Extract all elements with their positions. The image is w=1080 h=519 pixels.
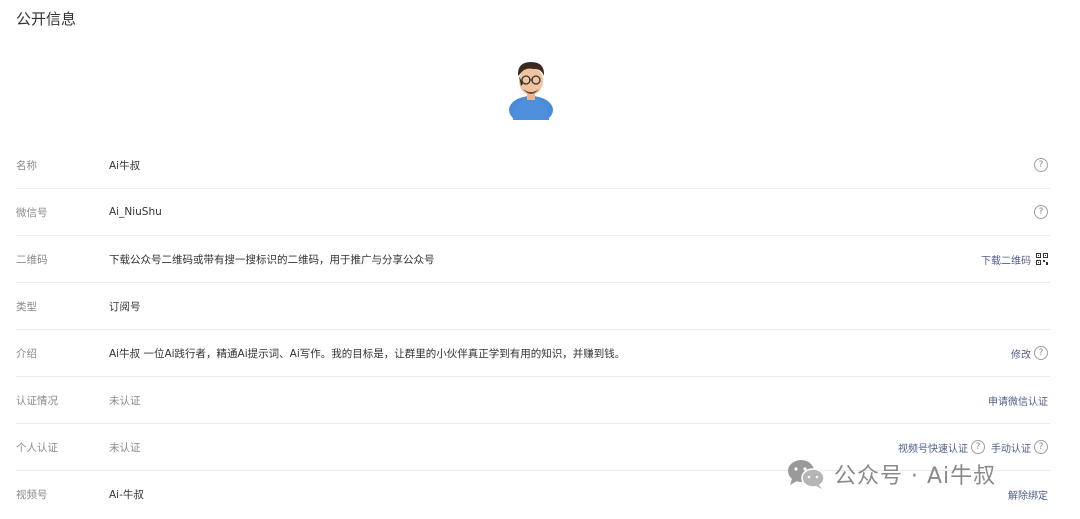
row-qrcode: 二维码 下载公众号二维码或带有搜一搜标识的二维码，用于推广与分享公众号 下载二维… (16, 236, 1050, 283)
help-icon[interactable]: ? (1034, 205, 1048, 219)
help-icon[interactable]: ? (971, 440, 985, 454)
channels-value: Ai-牛叔 (109, 489, 144, 501)
row-label: 类型 (16, 300, 37, 313)
row-label: 视频号 (16, 489, 48, 501)
row-wechat-id: 微信号 Ai_NiuShu ? (16, 189, 1050, 236)
row-verification: 认证情况 未认证 申请微信认证 (16, 377, 1050, 424)
row-channels: 视频号 Ai-牛叔 解除绑定 (16, 471, 1050, 518)
avatar (509, 62, 553, 120)
help-icon[interactable]: ? (1034, 440, 1048, 454)
row-label: 个人认证 (16, 441, 58, 454)
info-list: 名称 Ai牛叔 ? 微信号 Ai_NiuShu ? 二维码 下载公众号二维码或带… (16, 142, 1050, 518)
qrcode-description: 下载公众号二维码或带有搜一搜标识的二维码，用于推广与分享公众号 (109, 253, 435, 266)
download-qrcode-link[interactable]: 下载二维码 (981, 252, 1048, 267)
verification-status: 未认证 (109, 394, 141, 407)
row-label: 微信号 (16, 206, 48, 219)
unbind-channels-link[interactable]: 解除绑定 (1008, 487, 1048, 502)
account-type-value: 订阅号 (109, 300, 141, 313)
intro-value: Ai牛叔 一位Ai践行者，精通Ai提示词、Ai写作。我的目标是，让群里的小伙伴真… (109, 347, 626, 360)
help-icon[interactable]: ? (1034, 158, 1048, 172)
edit-intro-link[interactable]: 修改 (1011, 346, 1031, 361)
wechat-id-value: Ai_NiuShu (109, 206, 162, 218)
row-label: 二维码 (16, 253, 48, 266)
row-label: 介绍 (16, 347, 37, 360)
account-name-value: Ai牛叔 (109, 159, 141, 172)
section-title: 公开信息 (16, 10, 77, 28)
help-icon[interactable]: ? (1034, 346, 1048, 360)
row-type: 类型 订阅号 (16, 283, 1050, 330)
channels-quick-verify-link[interactable]: 视频号快速认证 (898, 440, 968, 455)
row-name: 名称 Ai牛叔 ? (16, 142, 1050, 189)
personal-verification-status: 未认证 (109, 441, 141, 454)
row-label: 认证情况 (16, 394, 58, 407)
qrcode-icon[interactable] (1036, 253, 1048, 265)
row-intro: 介绍 Ai牛叔 一位Ai践行者，精通Ai提示词、Ai写作。我的目标是，让群里的小… (16, 330, 1050, 377)
row-label: 名称 (16, 159, 37, 172)
download-qrcode-label[interactable]: 下载二维码 (981, 252, 1031, 267)
manual-verify-link[interactable]: 手动认证 (991, 440, 1031, 455)
row-personal-verification: 个人认证 未认证 视频号快速认证 ? 手动认证 ? (16, 424, 1050, 471)
apply-verification-link[interactable]: 申请微信认证 (988, 393, 1048, 408)
